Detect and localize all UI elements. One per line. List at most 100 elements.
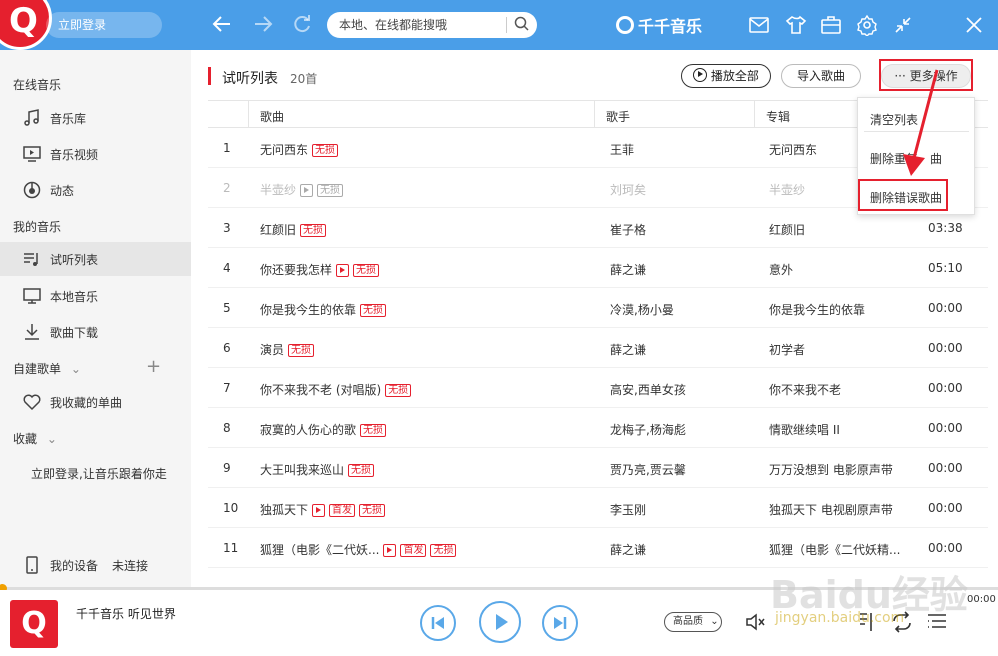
music-note-icon — [24, 109, 39, 126]
artist-cell[interactable]: 高安,西单女孩 — [610, 381, 686, 398]
song-title[interactable]: 红颜旧 — [260, 223, 296, 237]
artist-cell[interactable]: 刘珂矣 — [610, 181, 646, 198]
album-cover[interactable]: Q — [10, 600, 58, 648]
album-cell[interactable]: 独孤天下 电视剧原声带 — [769, 501, 893, 518]
minimize-icon[interactable] — [892, 14, 914, 36]
duration-cell: 00:00 — [928, 461, 963, 475]
sidebar-section-collect[interactable]: 收藏 ⌄ — [13, 430, 57, 447]
artist-cell[interactable]: 崔子格 — [610, 221, 646, 238]
song-title[interactable]: 半壶纱 — [260, 183, 296, 197]
duration-cell: 00:00 — [928, 381, 963, 395]
row-number: 8 — [223, 421, 231, 435]
artist-cell[interactable]: 薛之谦 — [610, 541, 646, 558]
table-row[interactable]: 7 你不来我不老 (对唱版) 无损 高安,西单女孩 你不来我不老 00:00 — [208, 368, 988, 408]
heart-icon — [23, 394, 41, 411]
close-icon[interactable] — [963, 14, 985, 36]
artist-cell[interactable]: 薛之谦 — [610, 341, 646, 358]
mv-icon[interactable] — [312, 504, 326, 517]
forward-arrow-icon[interactable] — [251, 12, 275, 36]
login-prompt[interactable]: 立即登录,让音乐跟着你走 — [31, 465, 167, 482]
song-title[interactable]: 你还要我怎样 — [260, 263, 332, 277]
volume-icon[interactable] — [744, 610, 768, 637]
sidebar-section-custom[interactable]: 自建歌单 ⌄ — [13, 360, 81, 377]
song-title[interactable]: 大王叫我来巡山 — [260, 463, 344, 477]
table-row[interactable]: 8 寂寞的人伤心的歌 无损 龙梅子,杨海彪 情歌继续唱 II 00:00 — [208, 408, 988, 448]
table-row[interactable]: 6 演员 无损 薛之谦 初学者 00:00 — [208, 328, 988, 368]
sidebar-item-downloads[interactable]: 歌曲下载 — [0, 315, 191, 349]
album-cell[interactable]: 情歌继续唱 II — [769, 421, 840, 438]
album-cell[interactable]: 万万没想到 电影原声带 — [769, 461, 893, 478]
play-all-button[interactable]: 播放全部 — [681, 64, 771, 88]
search-input[interactable] — [339, 16, 499, 34]
quality-badge: 无损 — [360, 424, 387, 437]
table-row[interactable]: 5 你是我今生的依靠 无损 冷漠,杨小曼 你是我今生的依靠 00:00 — [208, 288, 988, 328]
column-album[interactable]: 专辑 — [766, 108, 790, 125]
sidebar-item-feed[interactable]: 动态 — [0, 173, 191, 207]
artist-cell[interactable]: 王菲 — [610, 141, 634, 158]
table-row[interactable]: 11 狐狸（电影《二代妖... 首发 无损 薛之谦 狐狸（电影《二代妖精... 00:00 — [208, 528, 988, 568]
mv-icon[interactable] — [300, 184, 314, 197]
add-playlist-icon[interactable]: + — [146, 358, 161, 376]
quality-badge: 无损 — [312, 144, 339, 157]
artist-cell[interactable]: 薛之谦 — [610, 261, 646, 278]
shirt-icon[interactable] — [785, 14, 807, 36]
song-title[interactable]: 狐狸（电影《二代妖... — [260, 543, 379, 557]
sidebar-item-label: 动态 — [50, 183, 75, 198]
mv-icon[interactable] — [383, 544, 397, 557]
album-cell[interactable]: 红颜旧 — [769, 221, 805, 238]
mv-icon[interactable] — [336, 264, 350, 277]
song-title[interactable]: 独孤天下 — [260, 503, 308, 517]
search-box — [327, 12, 537, 38]
sidebar-item-local-music[interactable]: 本地音乐 — [0, 279, 191, 313]
song-title[interactable]: 你不来我不老 (对唱版) — [260, 383, 381, 397]
album-cell[interactable]: 你是我今生的依靠 — [769, 301, 865, 318]
album-cell[interactable]: 你不来我不老 — [769, 381, 841, 398]
app-logo[interactable]: Q — [0, 0, 52, 50]
back-arrow-icon[interactable] — [210, 12, 234, 36]
sidebar-item-music-library[interactable]: 音乐库 — [0, 101, 191, 135]
album-cell[interactable]: 半壶纱 — [769, 181, 805, 198]
duration-cell: 00:00 — [928, 541, 963, 555]
previous-button[interactable] — [420, 605, 456, 641]
column-song[interactable]: 歌曲 — [260, 108, 284, 125]
settings-icon[interactable] — [856, 14, 878, 37]
row-number: 2 — [223, 181, 231, 195]
artist-cell[interactable]: 冷漠,杨小曼 — [610, 301, 674, 318]
table-row[interactable]: 10 独孤天下 首发 无损 李玉刚 独孤天下 电视剧原声带 00:00 — [208, 488, 988, 528]
album-cell[interactable]: 无问西东 — [769, 141, 817, 158]
song-title[interactable]: 演员 — [260, 343, 284, 357]
row-number: 11 — [223, 541, 239, 555]
sidebar-item-label: 歌曲下载 — [50, 325, 99, 340]
login-button[interactable]: 立即登录 — [46, 12, 162, 38]
song-cell: 你不来我不老 (对唱版) 无损 — [260, 381, 412, 398]
sidebar-item-music-video[interactable]: 音乐视频 — [0, 137, 191, 171]
album-cell[interactable]: 狐狸（电影《二代妖精... — [769, 541, 900, 558]
sidebar-item-playlist[interactable]: 试听列表 — [0, 242, 191, 276]
video-screen-icon — [23, 146, 41, 162]
next-button[interactable] — [542, 605, 578, 641]
song-title[interactable]: 无问西东 — [260, 143, 308, 157]
mail-icon[interactable] — [748, 14, 770, 36]
sidebar-item-device[interactable]: 我的设备 未连接 — [0, 548, 191, 582]
song-title[interactable]: 寂寞的人伤心的歌 — [260, 423, 356, 437]
sidebar-item-favorites[interactable]: 我收藏的单曲 — [0, 385, 191, 419]
toolbox-icon[interactable] — [820, 14, 842, 36]
quality-select[interactable]: 高品质 ⌄ — [664, 612, 722, 632]
table-row[interactable]: 4 你还要我怎样 无损 薛之谦 意外 05:10 — [208, 248, 988, 288]
album-cell[interactable]: 意外 — [769, 261, 793, 278]
sidebar-item-label: 试听列表 — [50, 252, 99, 267]
song-title[interactable]: 你是我今生的依靠 — [260, 303, 356, 317]
row-number: 5 — [223, 301, 231, 315]
import-songs-button[interactable]: 导入歌曲 — [781, 64, 861, 88]
highlight-box-remove-errors — [858, 179, 948, 211]
column-artist[interactable]: 歌手 — [606, 108, 630, 125]
search-icon[interactable] — [513, 15, 531, 33]
artist-cell[interactable]: 贾乃亮,贾云馨 — [610, 461, 686, 478]
song-count: 20首 — [290, 72, 318, 86]
table-row[interactable]: 9 大王叫我来巡山 无损 贾乃亮,贾云馨 万万没想到 电影原声带 00:00 — [208, 448, 988, 488]
album-cell[interactable]: 初学者 — [769, 341, 805, 358]
artist-cell[interactable]: 李玉刚 — [610, 501, 646, 518]
refresh-icon[interactable] — [290, 12, 314, 36]
artist-cell[interactable]: 龙梅子,杨海彪 — [610, 421, 686, 438]
play-button[interactable] — [479, 601, 521, 643]
